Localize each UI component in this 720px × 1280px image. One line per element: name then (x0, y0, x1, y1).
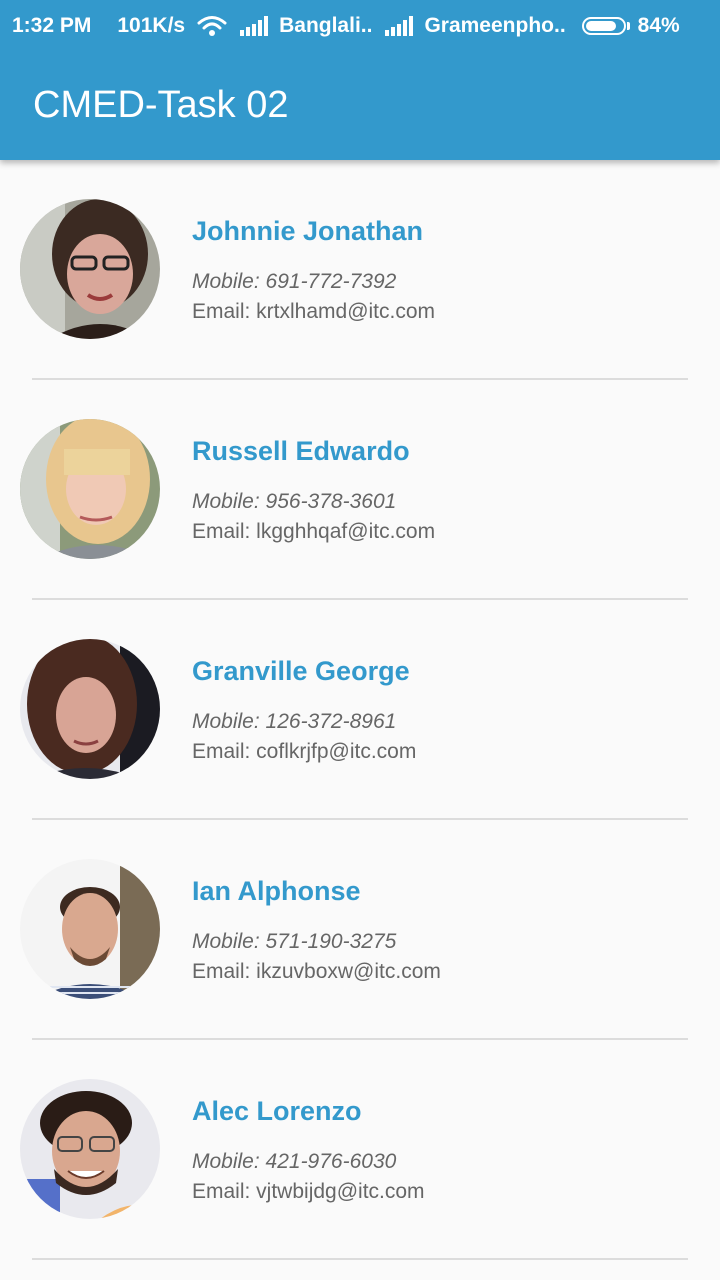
app-header: 1:32 PM 101K/s Banglali.. Grameenpho.. 8… (0, 0, 720, 160)
contact-email: Email: krtxlhamd@itc.com (192, 300, 436, 323)
contact-email: Email: ikzuvboxw@itc.com (192, 960, 441, 983)
avatar (20, 639, 160, 779)
contact-name: Granville George (192, 656, 410, 686)
page-title: CMED-Task 02 (33, 84, 289, 126)
signal-icon (239, 16, 269, 36)
wifi-icon (197, 15, 227, 37)
avatar (20, 199, 160, 339)
carrier-1: Banglali.. (279, 14, 373, 37)
contact-name: Ian Alphonse (192, 876, 361, 906)
divider (32, 1258, 688, 1260)
contact-name: Alec Lorenzo (192, 1096, 362, 1126)
contact-list: Johnnie Jonathan Mobile: 691-772-7392 Em… (0, 160, 720, 1260)
contact-email: Email: lkgghhqaf@itc.com (192, 520, 436, 543)
list-item[interactable]: Granville George Mobile: 126-372-8961 Em… (0, 600, 720, 820)
contact-email: Email: coflkrjfp@itc.com (192, 740, 417, 763)
contact-mobile: Mobile: 956-378-3601 (192, 490, 397, 513)
battery-cap (626, 22, 630, 30)
contact-name: Johnnie Jonathan (192, 216, 424, 246)
avatar (20, 419, 160, 559)
contact-email: Email: vjtwbijdg@itc.com (192, 1180, 425, 1203)
status-time: 1:32 PM (12, 14, 92, 37)
list-item[interactable]: Johnnie Jonathan Mobile: 691-772-7392 Em… (0, 160, 720, 380)
contact-mobile: Mobile: 126-372-8961 (192, 710, 397, 733)
battery-percent: 84% (637, 14, 680, 37)
list-item[interactable]: Russell Edwardo Mobile: 956-378-3601 Ema… (0, 380, 720, 600)
contact-mobile: Mobile: 691-772-7392 (192, 270, 397, 293)
network-speed: 101K/s (117, 14, 186, 37)
contact-name: Russell Edwardo (192, 436, 410, 466)
signal-icon (384, 16, 414, 36)
contact-mobile: Mobile: 421-976-6030 (192, 1150, 397, 1173)
avatar (20, 859, 160, 999)
status-bar: 1:32 PM 101K/s Banglali.. Grameenpho.. 8… (0, 0, 720, 52)
list-item[interactable]: Ian Alphonse Mobile: 571-190-3275 Email:… (0, 820, 720, 1040)
list-item[interactable]: Alec Lorenzo Mobile: 421-976-6030 Email:… (0, 1040, 720, 1260)
carrier-2: Grameenpho.. (424, 14, 566, 37)
avatar (20, 1079, 160, 1219)
contact-mobile: Mobile: 571-190-3275 (192, 930, 397, 953)
battery-icon (581, 17, 626, 35)
